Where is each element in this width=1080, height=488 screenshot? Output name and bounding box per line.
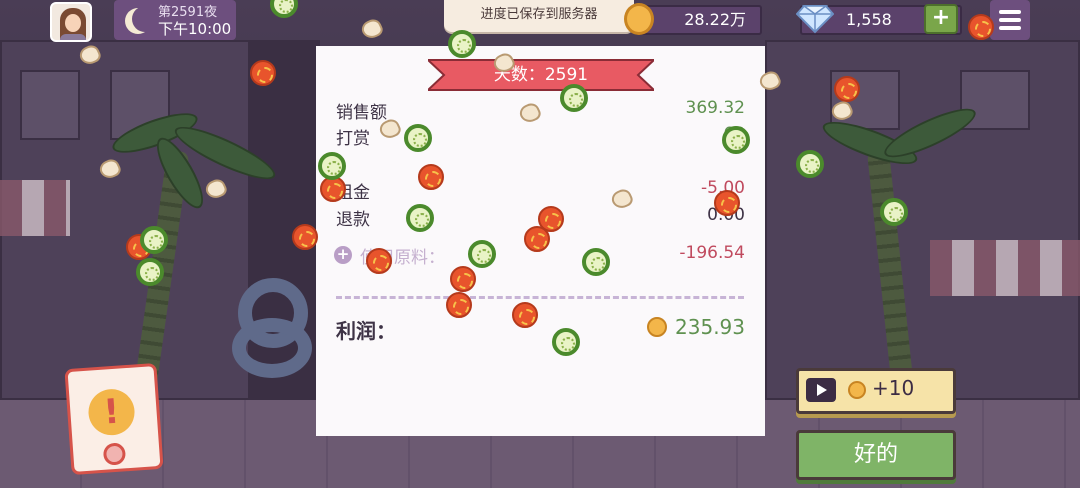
coin-icon [624,3,654,35]
tomato-slice-icon [418,164,444,190]
pepper-slice-icon [404,124,432,152]
life-ring [232,318,312,378]
sales-value: 369.32 [685,98,745,118]
moon-icon [132,6,158,32]
menu-button[interactable] [990,0,1030,40]
tomato-slice-icon [250,60,276,86]
tips-label: 打赏 [336,129,370,149]
pepper-slice-icon [318,152,346,180]
divider [336,296,744,299]
tomato-slice-icon [450,266,476,292]
tomato-slice-icon [524,226,550,252]
alert-card[interactable]: ! [64,362,164,476]
window [20,70,80,140]
alert-indicator [102,442,127,466]
ad-reward-label: +10 [872,376,915,400]
pepper-slice-icon [448,30,476,58]
day-time-panel[interactable]: 第2591夜 下午10:00 [114,0,236,40]
pepper-slice-icon [468,240,496,268]
pepper-slice-icon [140,226,168,254]
play-icon [806,378,836,402]
pepper-slice-icon [796,150,824,178]
pepper-slice-icon [406,204,434,232]
coin-icon [647,317,667,337]
receipt-torn-edge [316,400,765,430]
save-toast: 进度已保存到服务器 [444,0,634,32]
sales-label: 销售额 [336,103,387,123]
pepper-slice-icon [560,84,588,112]
pepper-slice-icon [880,198,908,226]
buy-gems-button[interactable]: + [924,4,958,34]
pepper-slice-icon [552,328,580,356]
profit-label: 利润： [336,319,396,343]
alert-icon: ! [86,387,137,437]
tomato-slice-icon [968,14,994,40]
ok-button[interactable]: 好的 [796,430,956,480]
tomato-slice-icon [714,190,740,216]
awning-left [0,180,70,236]
tomato-slice-icon [512,302,538,328]
refund-label: 退款 [336,210,370,230]
tomato-slice-icon [292,224,318,250]
profit-value: 235.93 [675,315,745,339]
materials-value: -196.54 [679,243,745,263]
expand-materials-icon[interactable]: + [334,246,352,264]
gem-icon [796,5,834,34]
pepper-slice-icon [136,258,164,286]
pepper-slice-icon [722,126,750,154]
awning-right [930,240,1080,296]
clock-time: 下午10:00 [158,20,232,38]
building-right [765,40,1080,400]
player-avatar[interactable] [50,2,92,42]
day-banner: 天数：2591 [493,65,589,85]
menu-icon [999,10,1021,14]
tomato-slice-icon [366,248,392,274]
coin-icon [848,381,866,399]
tomato-slice-icon [834,76,860,102]
pepper-slice-icon [582,248,610,276]
tomato-slice-icon [446,292,472,318]
